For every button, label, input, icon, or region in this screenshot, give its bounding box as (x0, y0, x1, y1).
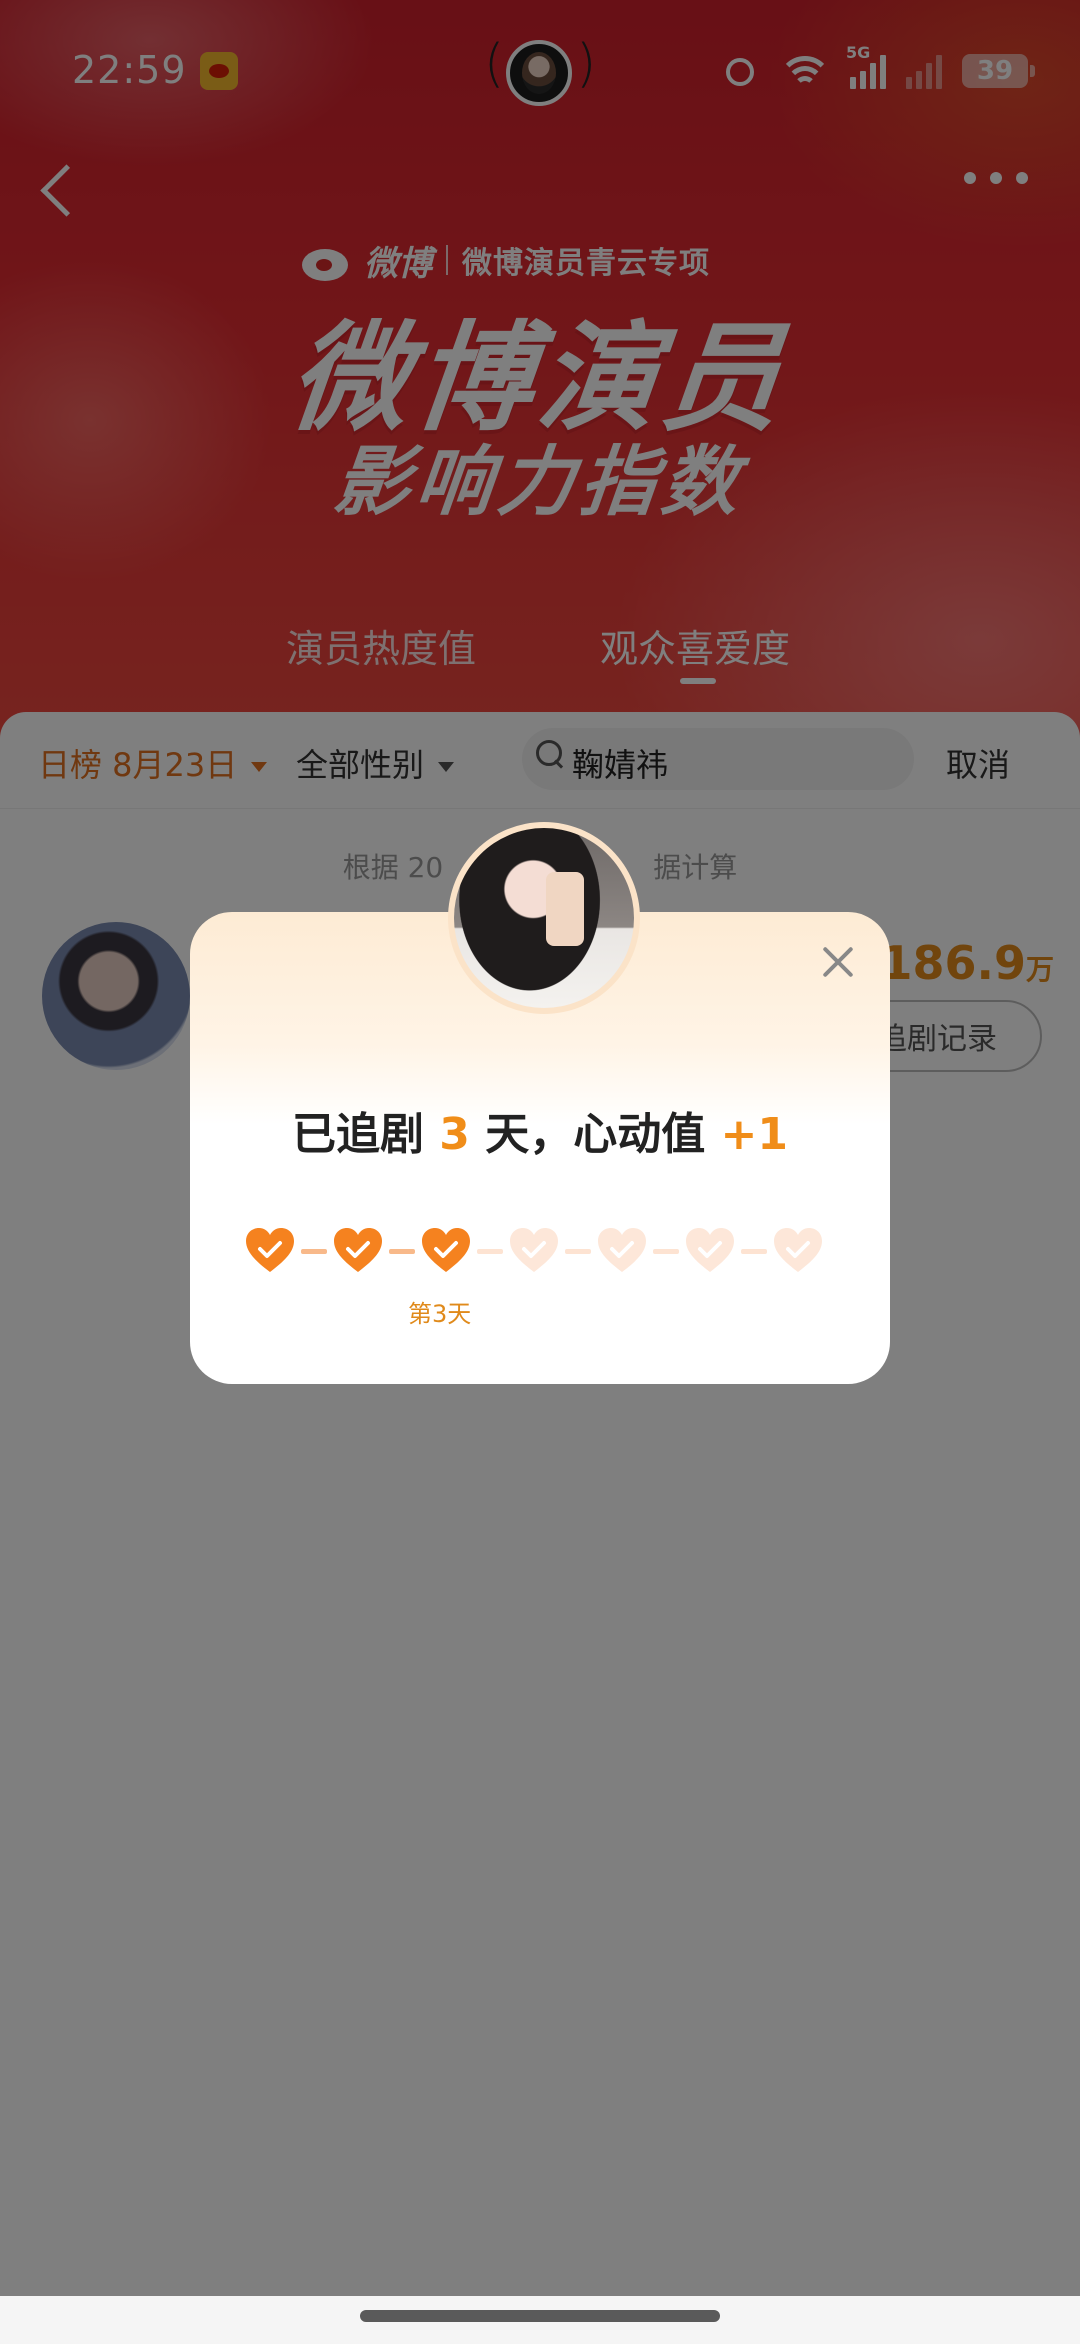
streak-connector (565, 1249, 591, 1254)
heart-empty-icon (596, 1226, 648, 1274)
close-icon[interactable] (816, 940, 860, 984)
streak-connector (741, 1249, 767, 1254)
streak-connector (301, 1249, 327, 1254)
streak-connector (389, 1249, 415, 1254)
heart-checked-icon (244, 1226, 296, 1274)
heart-empty-icon (684, 1226, 736, 1274)
home-indicator[interactable] (360, 2310, 720, 2322)
streak-hearts (244, 1226, 822, 1278)
streak-connector (653, 1249, 679, 1254)
heart-empty-icon (508, 1226, 560, 1274)
current-day-label: 第3天 (408, 1300, 472, 1328)
heart-checked-icon (332, 1226, 384, 1274)
heart-checked-icon (420, 1226, 472, 1274)
streak-connector (477, 1249, 503, 1254)
streak-message: 已追剧 3 天，心动值 +1 (291, 1109, 789, 1160)
heart-empty-icon (772, 1226, 824, 1274)
actor-avatar (448, 822, 640, 1014)
